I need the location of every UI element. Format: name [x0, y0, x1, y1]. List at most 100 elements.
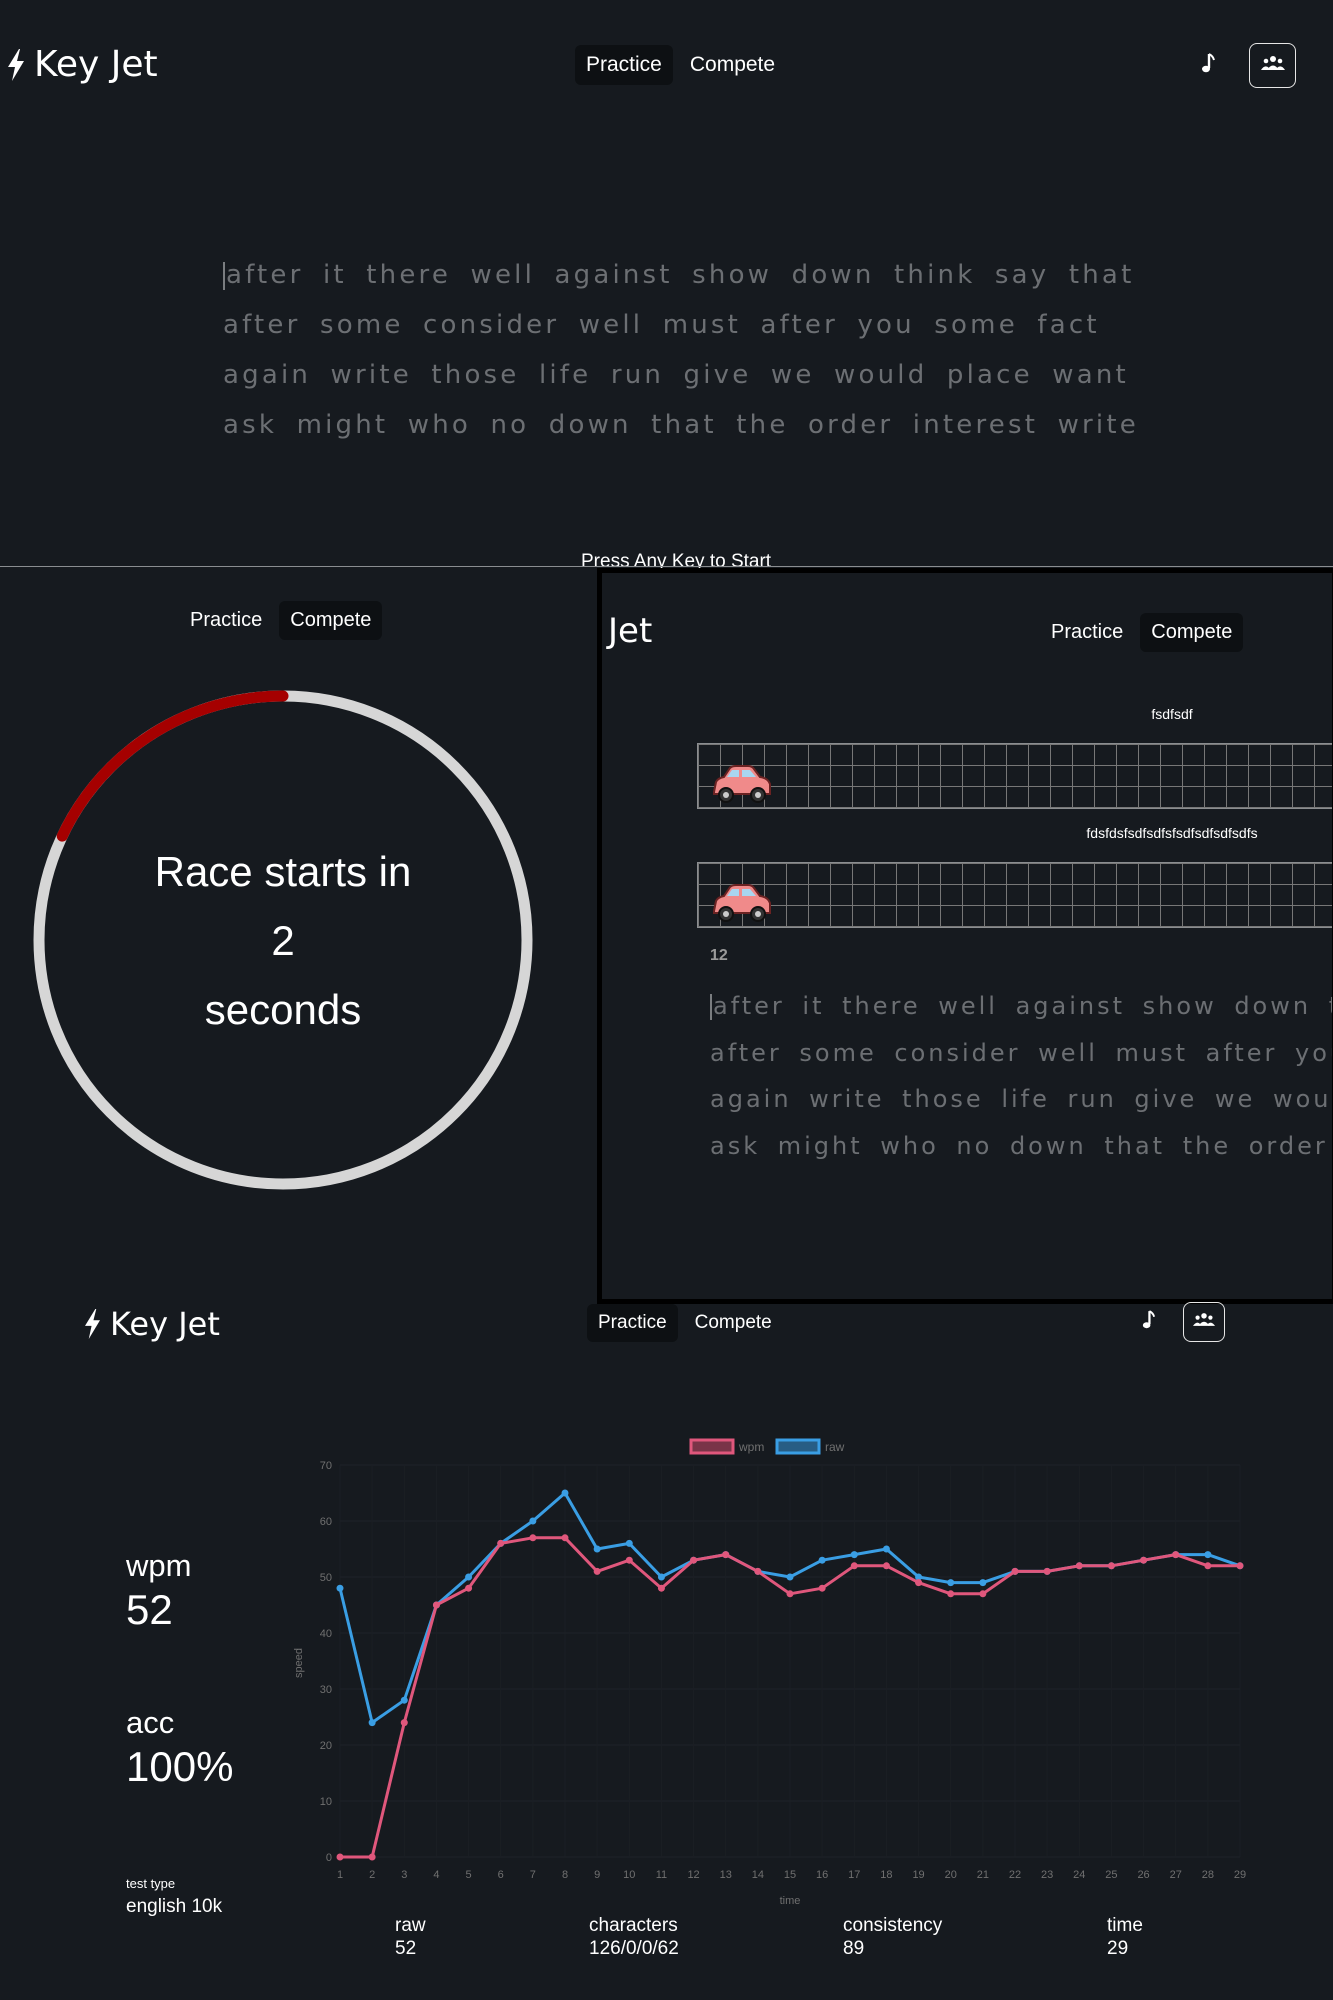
music-note-icon [1141, 1310, 1156, 1336]
car-icon [708, 764, 772, 811]
data-point-raw [368, 1719, 376, 1727]
test-type-label: test type [126, 1876, 176, 1891]
data-point-wpm [465, 1584, 473, 1592]
countdown-seconds: 2 [271, 917, 295, 964]
data-point-wpm [336, 1853, 344, 1861]
data-point-raw [593, 1545, 601, 1553]
x-tick-label: 16 [816, 1869, 828, 1881]
nav-practice[interactable]: Practice [179, 601, 273, 640]
nav-practice[interactable]: Practice [1040, 613, 1134, 652]
data-point-wpm [1236, 1562, 1244, 1570]
y-axis-label: speed [293, 1648, 305, 1678]
acc-value: 100% [126, 1743, 234, 1790]
data-point-raw [818, 1556, 826, 1564]
multiplayer-button[interactable] [1183, 1302, 1225, 1342]
word-line: ask might who no down that the order int… [223, 410, 1139, 440]
group-icon [1260, 55, 1285, 76]
race-panel: Jet Practice Compete fsdfsdf fdsfdsfsdfs… [597, 568, 1333, 1304]
test-type-value: english 10k [126, 1896, 223, 1917]
x-tick-label: 2 [369, 1869, 375, 1881]
countdown-line3: seconds [204, 986, 362, 1033]
legend-label-raw: raw [825, 1440, 845, 1454]
data-point-wpm [497, 1539, 505, 1547]
data-point-wpm [722, 1551, 730, 1559]
logo[interactable]: Key Jet [6, 44, 158, 85]
x-axis-label: time [780, 1895, 801, 1907]
x-tick-label: 12 [687, 1869, 699, 1881]
x-tick-label: 9 [594, 1869, 600, 1881]
data-point-raw [336, 1584, 344, 1592]
y-tick-label: 40 [320, 1628, 332, 1640]
speed-chart: 010203040506070 1 2 3 4 5 6 7 8 9 10 11 12 13 14 15 16 1… [293, 1438, 1246, 1907]
race-nav: Practice Compete [1040, 613, 1244, 652]
y-tick-label: 50 [320, 1572, 332, 1584]
data-point-wpm [625, 1556, 633, 1564]
lightning-bolt-icon [6, 48, 26, 81]
legend-swatch-raw [775, 1438, 821, 1455]
race-track [697, 862, 1332, 928]
nav-compete[interactable]: Compete [684, 1304, 783, 1342]
nav-compete[interactable]: Compete [1140, 613, 1244, 652]
racer-name: fsdfsdf [1151, 706, 1193, 722]
x-tick-label: 23 [1041, 1869, 1053, 1881]
countdown-text: Race starts in 2 seconds [30, 837, 536, 1044]
main-nav: Practice Compete [575, 45, 786, 85]
racer-name: fdsfdsfsdfsdfsfsdfsdfsdfsdfs [1086, 825, 1258, 841]
music-button[interactable] [1133, 1308, 1163, 1338]
x-tick-label: 13 [720, 1869, 732, 1881]
stat-value: 89 [843, 1938, 865, 1959]
word-line: again write those life run give we would… [710, 1085, 1332, 1113]
y-tick-label: 0 [326, 1852, 332, 1864]
stat-value: 52 [395, 1938, 417, 1959]
countdown-nav: Practice Compete [179, 601, 383, 640]
acc-label: acc [126, 1705, 175, 1740]
data-point-wpm [818, 1584, 826, 1592]
x-tick-label: 15 [784, 1869, 796, 1881]
data-point-wpm [368, 1853, 376, 1861]
countdown-ring-progress [56, 690, 289, 842]
data-point-wpm [915, 1579, 923, 1587]
lightning-bolt-icon [83, 1309, 102, 1339]
data-point-raw [882, 1545, 890, 1553]
music-button[interactable] [1192, 50, 1224, 82]
word-line: after it there well against show down th… [710, 983, 1332, 1030]
wpm-value: 52 [126, 1586, 173, 1633]
x-tick-label: 4 [433, 1869, 439, 1881]
data-point-raw [561, 1489, 569, 1497]
data-point-wpm [690, 1556, 698, 1564]
x-tick-label: 21 [977, 1869, 989, 1881]
data-point-wpm [1075, 1562, 1083, 1570]
x-tick-label: 6 [498, 1869, 504, 1881]
caret [223, 261, 225, 290]
results-logo[interactable]: Key Jet [83, 1305, 220, 1343]
x-tick-label: 7 [530, 1869, 536, 1881]
data-point-raw [1204, 1551, 1212, 1559]
race-track [697, 743, 1332, 811]
typing-words[interactable]: after it there well against show down th… [223, 250, 1139, 450]
nav-compete[interactable]: Compete [279, 601, 383, 640]
race-typing-words[interactable]: after it there well against show down th… [710, 983, 1332, 1169]
data-point-wpm [979, 1590, 987, 1598]
data-point-wpm [754, 1567, 762, 1575]
data-point-raw [625, 1539, 633, 1547]
x-tick-label: 24 [1073, 1869, 1085, 1881]
data-point-wpm [561, 1534, 569, 1542]
x-tick-label: 3 [401, 1869, 407, 1881]
stat-label: consistency [843, 1915, 943, 1936]
data-point-wpm [850, 1562, 858, 1570]
multiplayer-button[interactable] [1249, 43, 1296, 88]
nav-practice[interactable]: Practice [575, 45, 673, 85]
data-point-wpm [1140, 1556, 1148, 1564]
x-tick-label: 22 [1009, 1869, 1021, 1881]
race-logo-text: Jet [608, 611, 653, 651]
y-tick-label: 60 [320, 1516, 332, 1528]
countdown-line1: Race starts in [154, 848, 412, 895]
nav-practice[interactable]: Practice [587, 1304, 678, 1342]
x-tick-label: 18 [880, 1869, 892, 1881]
nav-compete[interactable]: Compete [679, 45, 786, 85]
x-tick-label: 29 [1234, 1869, 1246, 1881]
x-tick-label: 8 [562, 1869, 568, 1881]
data-point-wpm [786, 1590, 794, 1598]
x-tick-label: 20 [945, 1869, 957, 1881]
stat-label: raw [395, 1915, 426, 1936]
